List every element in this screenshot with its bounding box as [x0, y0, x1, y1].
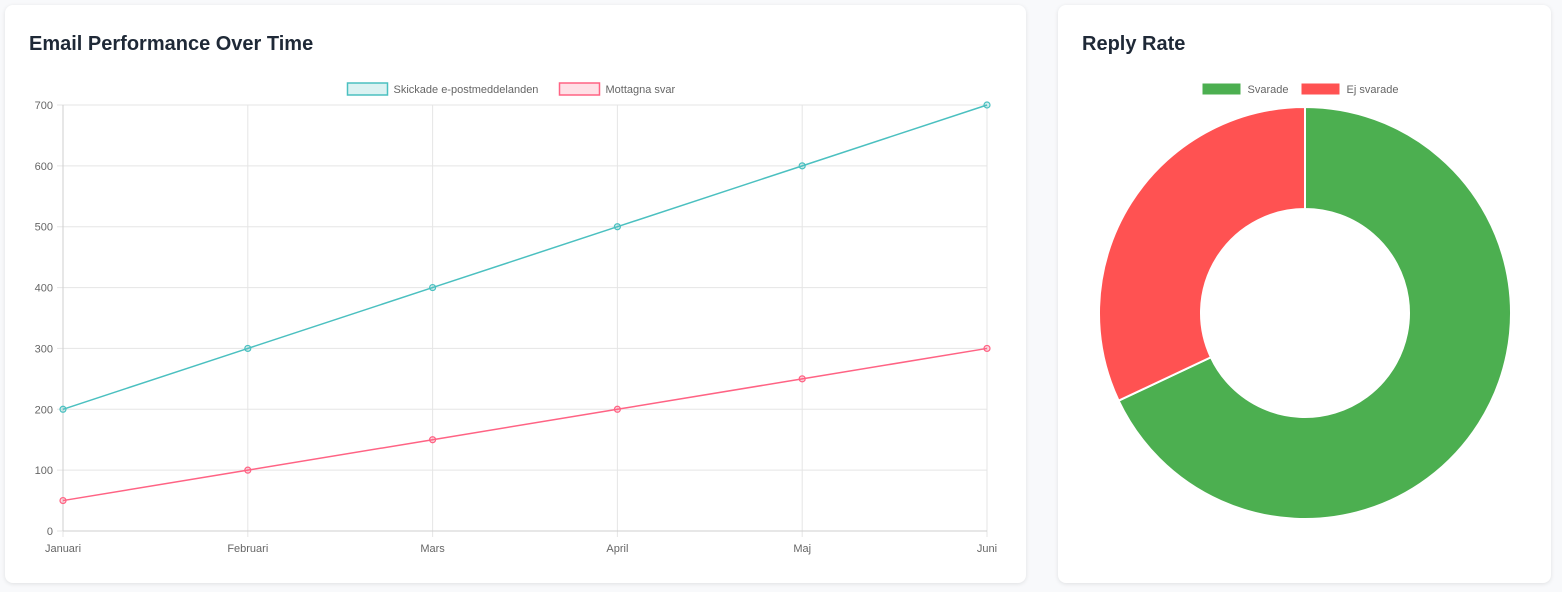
data-point	[59, 496, 67, 505]
legend-swatch	[1202, 83, 1241, 95]
x-tick-label: April	[606, 543, 628, 555]
data-point	[613, 405, 622, 413]
donut-legend: Svarade Ej svarade	[1202, 83, 1399, 96]
data-point	[613, 223, 622, 231]
series-line-0	[62, 104, 988, 410]
legend-swatch	[1301, 83, 1340, 95]
donut-chart-card: Reply Rate Svarade Ej svarade	[1058, 5, 1551, 583]
x-tick-label: Januari	[45, 543, 81, 555]
legend-label: Mottagna svar	[606, 84, 676, 96]
y-tick-label: 700	[35, 100, 53, 112]
data-point	[798, 375, 806, 383]
y-tick-label: 100	[35, 465, 53, 477]
y-tick-label: 400	[35, 283, 53, 295]
data-point	[429, 436, 437, 444]
line-chart-card: Email Performance Over Time 0 100 200 300 40…	[5, 5, 1026, 583]
y-tick-label: 500	[35, 222, 53, 234]
x-tick-label: Februari	[227, 543, 268, 555]
data-point	[983, 344, 991, 353]
x-tick-label: Mars	[420, 543, 445, 555]
legend-swatch	[346, 82, 389, 96]
line-legend: Skickade e-postmeddelanden Mottagna svar	[346, 82, 676, 96]
y-tick-label: 0	[47, 526, 53, 538]
data-point	[983, 101, 991, 109]
legend-label: Ej svarade	[1347, 84, 1399, 96]
data-point	[798, 162, 806, 170]
data-point	[244, 466, 252, 474]
y-tick-label: 300	[35, 343, 53, 355]
data-point	[59, 405, 67, 413]
data-point	[429, 283, 437, 292]
x-tick-label: Maj	[793, 543, 811, 555]
legend-label: Svarade	[1248, 84, 1289, 96]
legend-label: Skickade e-postmeddelanden	[394, 84, 539, 96]
y-tick-label: 200	[35, 404, 53, 416]
x-tick-label: Juni	[977, 543, 997, 555]
donut-slice-1	[1098, 105, 1306, 403]
data-point	[244, 344, 252, 353]
series-line-1	[62, 347, 988, 502]
y-tick-label: 600	[35, 161, 53, 173]
line-chart: 0 100 200 300 400 500 600 700 Januari Februari Mar…	[35, 82, 997, 555]
donut-chart: Svarade Ej svarade	[1098, 83, 1512, 520]
legend-swatch	[558, 82, 601, 96]
